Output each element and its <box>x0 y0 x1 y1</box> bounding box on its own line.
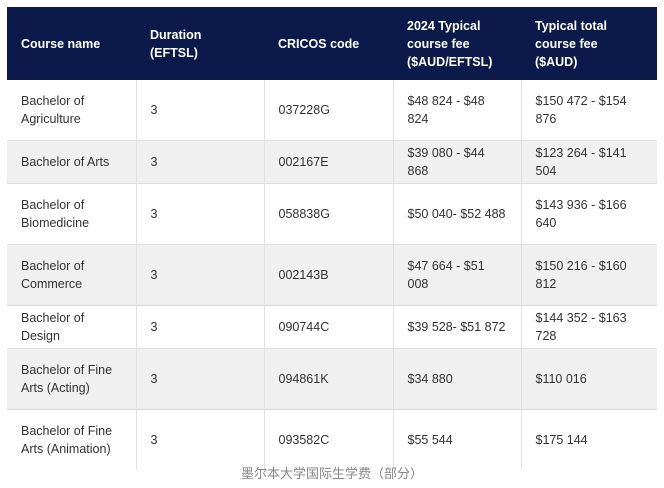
cell-cricos-code: 058838G <box>263 183 393 245</box>
cell-cricos-code: 002143B <box>263 244 393 306</box>
header-total-course-fee: Typical total course fee ($AUD) <box>521 7 657 80</box>
table-header-row: Course name Duration (EFTSL) CRICOS code… <box>7 7 657 80</box>
cell-total-fee: $143 936 - $166 640 <box>520 183 657 245</box>
cell-duration: 3 <box>135 305 264 349</box>
cell-course-name: Bachelor of Fine Arts (Animation) <box>7 409 136 470</box>
cell-course-name: Bachelor of Biomedicine <box>7 183 136 245</box>
header-cricos-code: CRICOS code <box>264 7 393 80</box>
cell-typical-fee: $39 080 - $44 868 <box>392 140 521 184</box>
cell-typical-fee: $55 544 <box>392 409 521 470</box>
cell-typical-fee: $39 528- $51 872 <box>392 305 521 349</box>
cell-total-fee: $175 144 <box>520 409 657 470</box>
cell-course-name: Bachelor of Arts <box>7 140 136 184</box>
cell-cricos-code: 037228G <box>263 80 393 141</box>
cell-cricos-code: 093582C <box>263 409 393 470</box>
cell-course-name: Bachelor of Agriculture <box>7 80 136 141</box>
course-fee-table: Course name Duration (EFTSL) CRICOS code… <box>7 7 657 470</box>
cell-cricos-code: 090744C <box>263 305 393 349</box>
cell-duration: 3 <box>135 80 264 141</box>
cell-duration: 3 <box>135 348 264 410</box>
table-row: Bachelor of Arts 3 002167E $39 080 - $44… <box>7 140 657 184</box>
cell-course-name: Bachelor of Commerce <box>7 244 136 306</box>
cell-duration: 3 <box>135 183 264 245</box>
cell-total-fee: $110 016 <box>520 348 657 410</box>
cell-total-fee: $150 472 - $154 876 <box>520 80 657 141</box>
table-row: Bachelor of Design 3 090744C $39 528- $5… <box>7 305 657 349</box>
cell-typical-fee: $47 664 - $51 008 <box>392 244 521 306</box>
cell-duration: 3 <box>135 244 264 306</box>
image-caption: 墨尔本大学国际生学费（部分） <box>240 467 423 482</box>
cell-cricos-code: 002167E <box>263 140 393 184</box>
cell-duration: 3 <box>135 140 264 184</box>
cell-total-fee: $144 352 - $163 728 <box>520 305 657 349</box>
cell-total-fee: $123 264 - $141 504 <box>520 140 657 184</box>
cell-duration: 3 <box>135 409 264 470</box>
cell-total-fee: $150 216 - $160 812 <box>520 244 657 306</box>
cell-cricos-code: 094861K <box>263 348 393 410</box>
cell-course-name: Bachelor of Fine Arts (Acting) <box>7 348 136 410</box>
table-row: Bachelor of Commerce 3 002143B $47 664 -… <box>7 244 657 306</box>
cell-typical-fee: $34 880 <box>392 348 521 410</box>
header-duration: Duration (EFTSL) <box>136 7 264 80</box>
header-course-name: Course name <box>7 7 136 80</box>
table-row: Bachelor of Agriculture 3 037228G $48 82… <box>7 80 657 141</box>
table-row: Bachelor of Fine Arts (Acting) 3 094861K… <box>7 348 657 410</box>
table-row: Bachelor of Biomedicine 3 058838G $50 04… <box>7 183 657 245</box>
header-typical-course-fee: 2024 Typical course fee ($AUD/EFTSL) <box>393 7 521 80</box>
fee-table-container: Course name Duration (EFTSL) CRICOS code… <box>7 7 657 470</box>
table-row: Bachelor of Fine Arts (Animation) 3 0935… <box>7 409 657 470</box>
cell-typical-fee: $48 824 - $48 824 <box>392 80 521 141</box>
cell-typical-fee: $50 040- $52 488 <box>392 183 521 245</box>
cell-course-name: Bachelor of Design <box>7 305 136 349</box>
